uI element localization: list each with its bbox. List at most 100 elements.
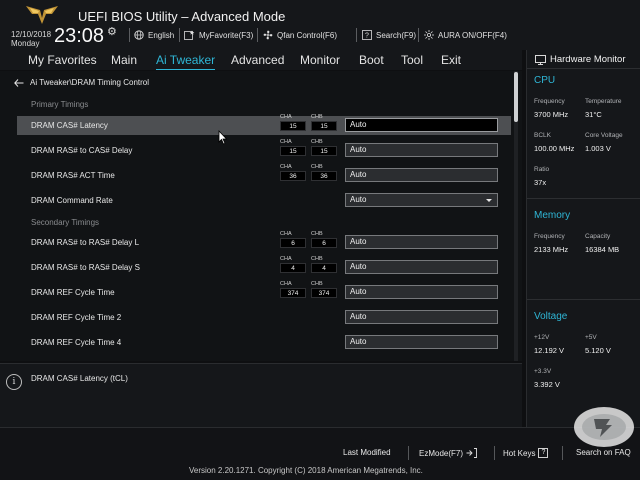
chb-label: CHB — [311, 164, 323, 170]
command-rate-value: Auto — [350, 195, 367, 204]
ezmode-button[interactable]: EzMode(F7) — [419, 448, 477, 458]
row-dram-ras-act-time[interactable]: DRAM RAS# ACT Time CHA 36 CHB 36 Auto — [17, 164, 511, 185]
v33-value: 3.392 V — [534, 380, 560, 389]
monitor-icon — [535, 54, 546, 65]
search-button[interactable]: ? Search(F9) — [362, 30, 416, 40]
svg-text:?: ? — [365, 33, 369, 40]
qfan-label: Qfan Control(F6) — [277, 30, 338, 40]
row-label: DRAM RAS# to RAS# Delay L — [31, 238, 140, 247]
ref-cycle-time-input[interactable]: Auto — [345, 285, 498, 299]
cha-readout: CHA 4 — [280, 256, 306, 273]
chb-label: CHB — [311, 231, 323, 237]
chb-label: CHB — [311, 114, 323, 120]
chb-value: 4 — [311, 263, 337, 273]
cha-label: CHA — [280, 139, 292, 145]
back-arrow-icon[interactable] — [14, 78, 24, 87]
row-label: DRAM RAS# to RAS# Delay S — [31, 263, 140, 272]
row-dram-ras-to-ras-delay-s[interactable]: DRAM RAS# to RAS# Delay S CHA 4 CHB 4 Au… — [17, 256, 511, 277]
tuf-logo — [26, 6, 58, 24]
divider — [527, 198, 640, 199]
myfavorite-button[interactable]: MyFavorite(F3) — [184, 30, 253, 40]
chb-label: CHB — [311, 139, 323, 145]
language-button[interactable]: English — [134, 30, 174, 40]
chb-readout: CHB 374 — [311, 281, 337, 298]
footer-divider — [562, 446, 563, 460]
cha-readout: CHA 36 — [280, 164, 306, 181]
row-dram-cas-latency[interactable]: DRAM CAS# Latency CHA 15 CHB 15 Auto — [17, 114, 511, 135]
date-text: 12/10/2018 — [11, 30, 52, 39]
ratio-value: 37x — [534, 178, 547, 187]
row-label: DRAM Command Rate — [31, 196, 113, 205]
gear-icon[interactable]: ⚙ — [107, 25, 117, 38]
chb-readout: CHB 4 — [311, 256, 337, 273]
help-key-icon: ? — [538, 448, 549, 458]
cha-readout: CHA 15 — [280, 139, 306, 156]
tab-ai-tweaker[interactable]: Ai Tweaker — [156, 53, 216, 70]
qfan-button[interactable]: Qfan Control(F6) — [263, 30, 337, 40]
settings-panel: Ai Tweaker\DRAM Timing Control Primary T… — [0, 71, 522, 361]
ras-to-cas-delay-input[interactable]: Auto — [345, 143, 498, 157]
aura-button[interactable]: AURA ON/OFF(F4) — [424, 30, 507, 40]
cpu-frequency-label: Frequency — [534, 98, 565, 105]
cha-value: 36 — [280, 171, 306, 181]
divider — [527, 299, 640, 300]
version-text: Version 2.20.1271. Copyright (C) 2018 Am… — [189, 466, 423, 475]
time-display: 23:08 — [54, 25, 105, 47]
tab-exit[interactable]: Exit — [441, 53, 461, 67]
row-dram-command-rate[interactable]: DRAM Command Rate Auto — [17, 191, 511, 210]
header-divider — [257, 28, 258, 42]
tab-my-favorites[interactable]: My Favorites — [28, 53, 97, 67]
row-label: DRAM REF Cycle Time 4 — [31, 338, 122, 347]
ref-cycle-time-4-input[interactable]: Auto — [345, 335, 498, 349]
chb-label: CHB — [311, 256, 323, 262]
cha-readout: CHA 6 — [280, 231, 306, 248]
cpu-temperature-label: Temperature — [585, 98, 622, 105]
chb-value: 15 — [311, 121, 337, 131]
row-dram-ras-to-cas-delay[interactable]: DRAM RAS# to CAS# Delay CHA 15 CHB 15 Au… — [17, 139, 511, 160]
tab-tool[interactable]: Tool — [401, 53, 423, 67]
tab-main[interactable]: Main — [111, 53, 137, 67]
bclk-label: BCLK — [534, 132, 551, 139]
section-primary-timings: Primary Timings — [31, 100, 89, 109]
row-dram-ras-to-ras-delay-l[interactable]: DRAM RAS# to RAS# Delay L CHA 6 CHB 6 Au… — [17, 231, 511, 252]
window-title: UEFI BIOS Utility – Advanced Mode — [78, 9, 286, 24]
hardware-monitor-label: Hardware Monitor — [550, 54, 626, 65]
chb-readout: CHB 15 — [311, 139, 337, 156]
date-display: 12/10/2018 Monday — [11, 30, 51, 48]
row-dram-ref-cycle-time[interactable]: DRAM REF Cycle Time CHA 374 CHB 374 Auto — [17, 281, 511, 302]
row-dram-ref-cycle-time-2[interactable]: DRAM REF Cycle Time 2 Auto — [17, 308, 511, 327]
ras-to-ras-delay-s-input[interactable]: Auto — [345, 260, 498, 274]
cha-label: CHA — [280, 114, 292, 120]
ras-to-ras-delay-l-input[interactable]: Auto — [345, 235, 498, 249]
tab-advanced[interactable]: Advanced — [231, 53, 284, 67]
cha-value: 374 — [280, 288, 306, 298]
cha-readout: CHA 374 — [280, 281, 306, 298]
ezmode-label: EzMode(F7) — [419, 448, 464, 458]
breadcrumb[interactable]: Ai Tweaker\DRAM Timing Control — [14, 78, 149, 87]
cha-readout: CHA 15 — [280, 114, 306, 131]
row-dram-ref-cycle-time-4[interactable]: DRAM REF Cycle Time 4 Auto — [17, 333, 511, 352]
footer-bar: Last Modified EzMode(F7) Hot Keys ? Sear… — [0, 427, 640, 480]
globe-icon — [134, 30, 144, 40]
memory-heading: Memory — [534, 210, 571, 221]
memory-capacity-value: 16384 MB — [585, 245, 620, 254]
hot-keys-button[interactable]: Hot Keys ? — [503, 448, 549, 458]
ref-cycle-time-2-input[interactable]: Auto — [345, 310, 498, 324]
chb-readout: CHB 36 — [311, 164, 337, 181]
tab-boot[interactable]: Boot — [359, 53, 384, 67]
memory-frequency-value: 2133 MHz — [534, 245, 569, 254]
command-rate-select[interactable]: Auto — [345, 193, 498, 207]
search-help-icon: ? — [362, 30, 372, 40]
myfavorite-label: MyFavorite(F3) — [199, 30, 254, 40]
row-label: DRAM RAS# ACT Time — [31, 171, 115, 180]
section-secondary-timings: Secondary Timings — [31, 218, 100, 227]
ras-act-time-input[interactable]: Auto — [345, 168, 498, 182]
scrollbar-thumb[interactable] — [514, 72, 518, 122]
tab-monitor[interactable]: Monitor — [300, 53, 340, 67]
last-modified-button[interactable]: Last Modified — [343, 448, 391, 457]
header-divider — [179, 28, 180, 42]
hardware-monitor-title: Hardware Monitor — [535, 54, 626, 65]
cas-latency-input[interactable]: Auto — [345, 118, 498, 132]
favorite-icon — [184, 30, 195, 40]
core-voltage-value: 1.003 V — [585, 144, 611, 153]
